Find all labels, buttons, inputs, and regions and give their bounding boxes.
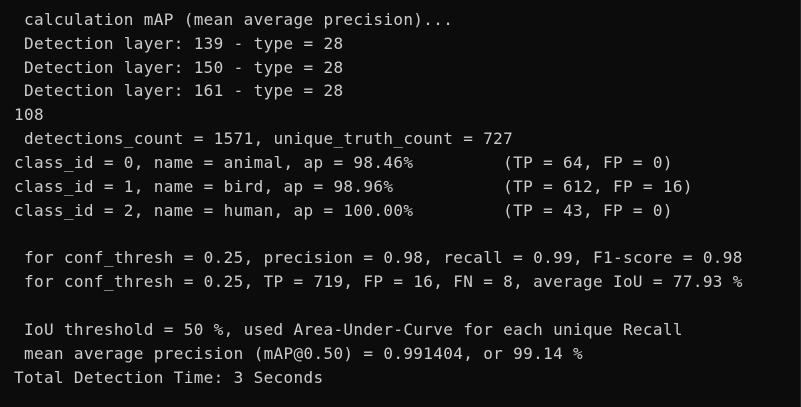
console-line-total-detection-time: Total Detection Time: 3 Seconds: [14, 368, 324, 387]
console-line-precision-recall: for conf_thresh = 0.25, precision = 0.98…: [14, 248, 743, 267]
console-line-class-human: class_id = 2, name = human, ap = 100.00%…: [14, 201, 673, 220]
console-line-count: 108: [14, 105, 44, 124]
console-line-class-animal: class_id = 0, name = animal, ap = 98.46%…: [14, 153, 673, 172]
console-line-detection-layer-150: Detection layer: 150 - type = 28: [14, 58, 344, 77]
console-line-calculation-map: calculation mAP (mean average precision)…: [14, 10, 454, 29]
console-line-class-bird: class_id = 1, name = bird, ap = 98.96% (…: [14, 177, 693, 196]
console-line-detections-count: detections_count = 1571, unique_truth_co…: [14, 129, 514, 148]
console-line-mean-average-precision: mean average precision (mAP@0.50) = 0.99…: [14, 344, 584, 363]
console-line-tp-fp-fn: for conf_thresh = 0.25, TP = 719, FP = 1…: [14, 272, 743, 291]
console-line-iou-threshold: IoU threshold = 50 %, used Area-Under-Cu…: [14, 320, 683, 339]
console-window[interactable]: calculation mAP (mean average precision)…: [0, 0, 801, 407]
console-line-detection-layer-161: Detection layer: 161 - type = 28: [14, 81, 344, 100]
console-line-detection-layer-139: Detection layer: 139 - type = 28: [14, 34, 344, 53]
